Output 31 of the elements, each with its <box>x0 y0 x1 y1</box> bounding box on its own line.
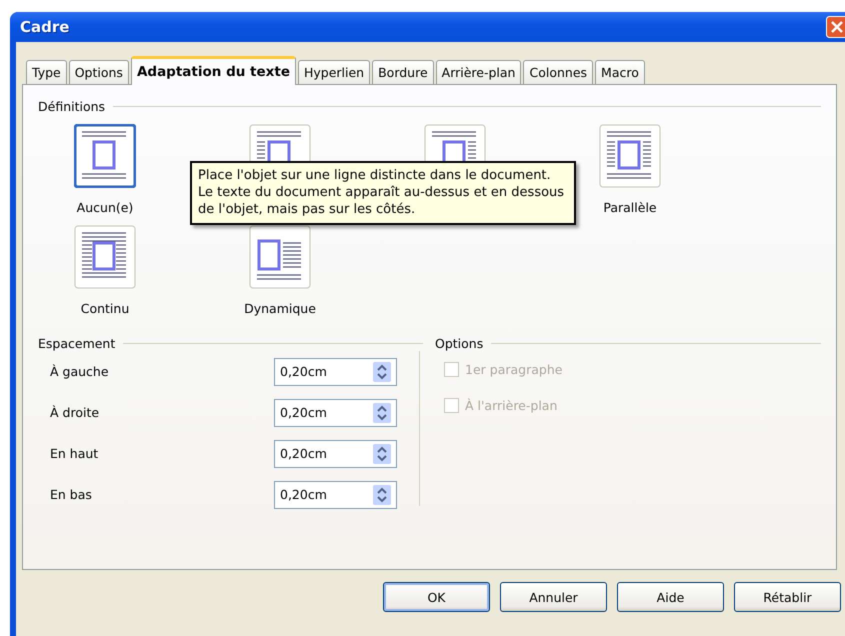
wrap-option-label[interactable]: Aucun(e) <box>76 200 134 215</box>
tab[interactable]: Adaptation du texte <box>130 56 296 85</box>
tab[interactable]: Hyperlien <box>298 60 370 84</box>
section-title: Définitions <box>38 99 106 114</box>
tab[interactable]: Bordure <box>372 60 434 84</box>
dialog-button[interactable]: Annuler <box>500 582 607 612</box>
field-label: En bas <box>50 487 93 502</box>
dialog-button[interactable]: Aide <box>617 582 724 612</box>
tab[interactable]: Options <box>68 60 129 84</box>
wrap-option-label[interactable]: Parallèle <box>603 200 657 215</box>
checkbox-label: 1er paragraphe <box>465 362 562 376</box>
field-label: En haut <box>50 446 100 461</box>
spin-field[interactable]: 0,20cm <box>274 398 397 426</box>
field-label: À droite <box>50 405 100 420</box>
wrap-option-label[interactable]: Dynamique <box>244 301 316 316</box>
section-title: Espacement <box>38 336 116 351</box>
spin-field[interactable]: 0,20cm <box>274 440 397 468</box>
tab[interactable]: Macro <box>595 60 645 84</box>
spin-field[interactable]: 0,20cm <box>274 480 397 508</box>
wrap-option-label[interactable]: Continu <box>80 301 130 316</box>
dialog-button[interactable]: OK <box>383 582 490 612</box>
checkbox-label: À l'arrière-plan <box>465 398 558 412</box>
field-label: À gauche <box>50 364 110 379</box>
tab[interactable]: Arrière-plan <box>436 60 522 84</box>
window-title: Cadre <box>20 18 70 36</box>
tab[interactable]: Colonnes <box>523 60 594 84</box>
spin-field[interactable]: 0,20cm <box>274 358 397 386</box>
dialog-button[interactable]: Rétablir <box>734 582 841 612</box>
tooltip: Place l'objet sur une ligne distincte dans le document. Le texte du document apparaît au-dessus et en dessous de l'objet, mais pas sur les côtés. <box>190 161 576 225</box>
section-title: Options <box>435 336 484 351</box>
tab[interactable]: Type <box>26 60 67 84</box>
